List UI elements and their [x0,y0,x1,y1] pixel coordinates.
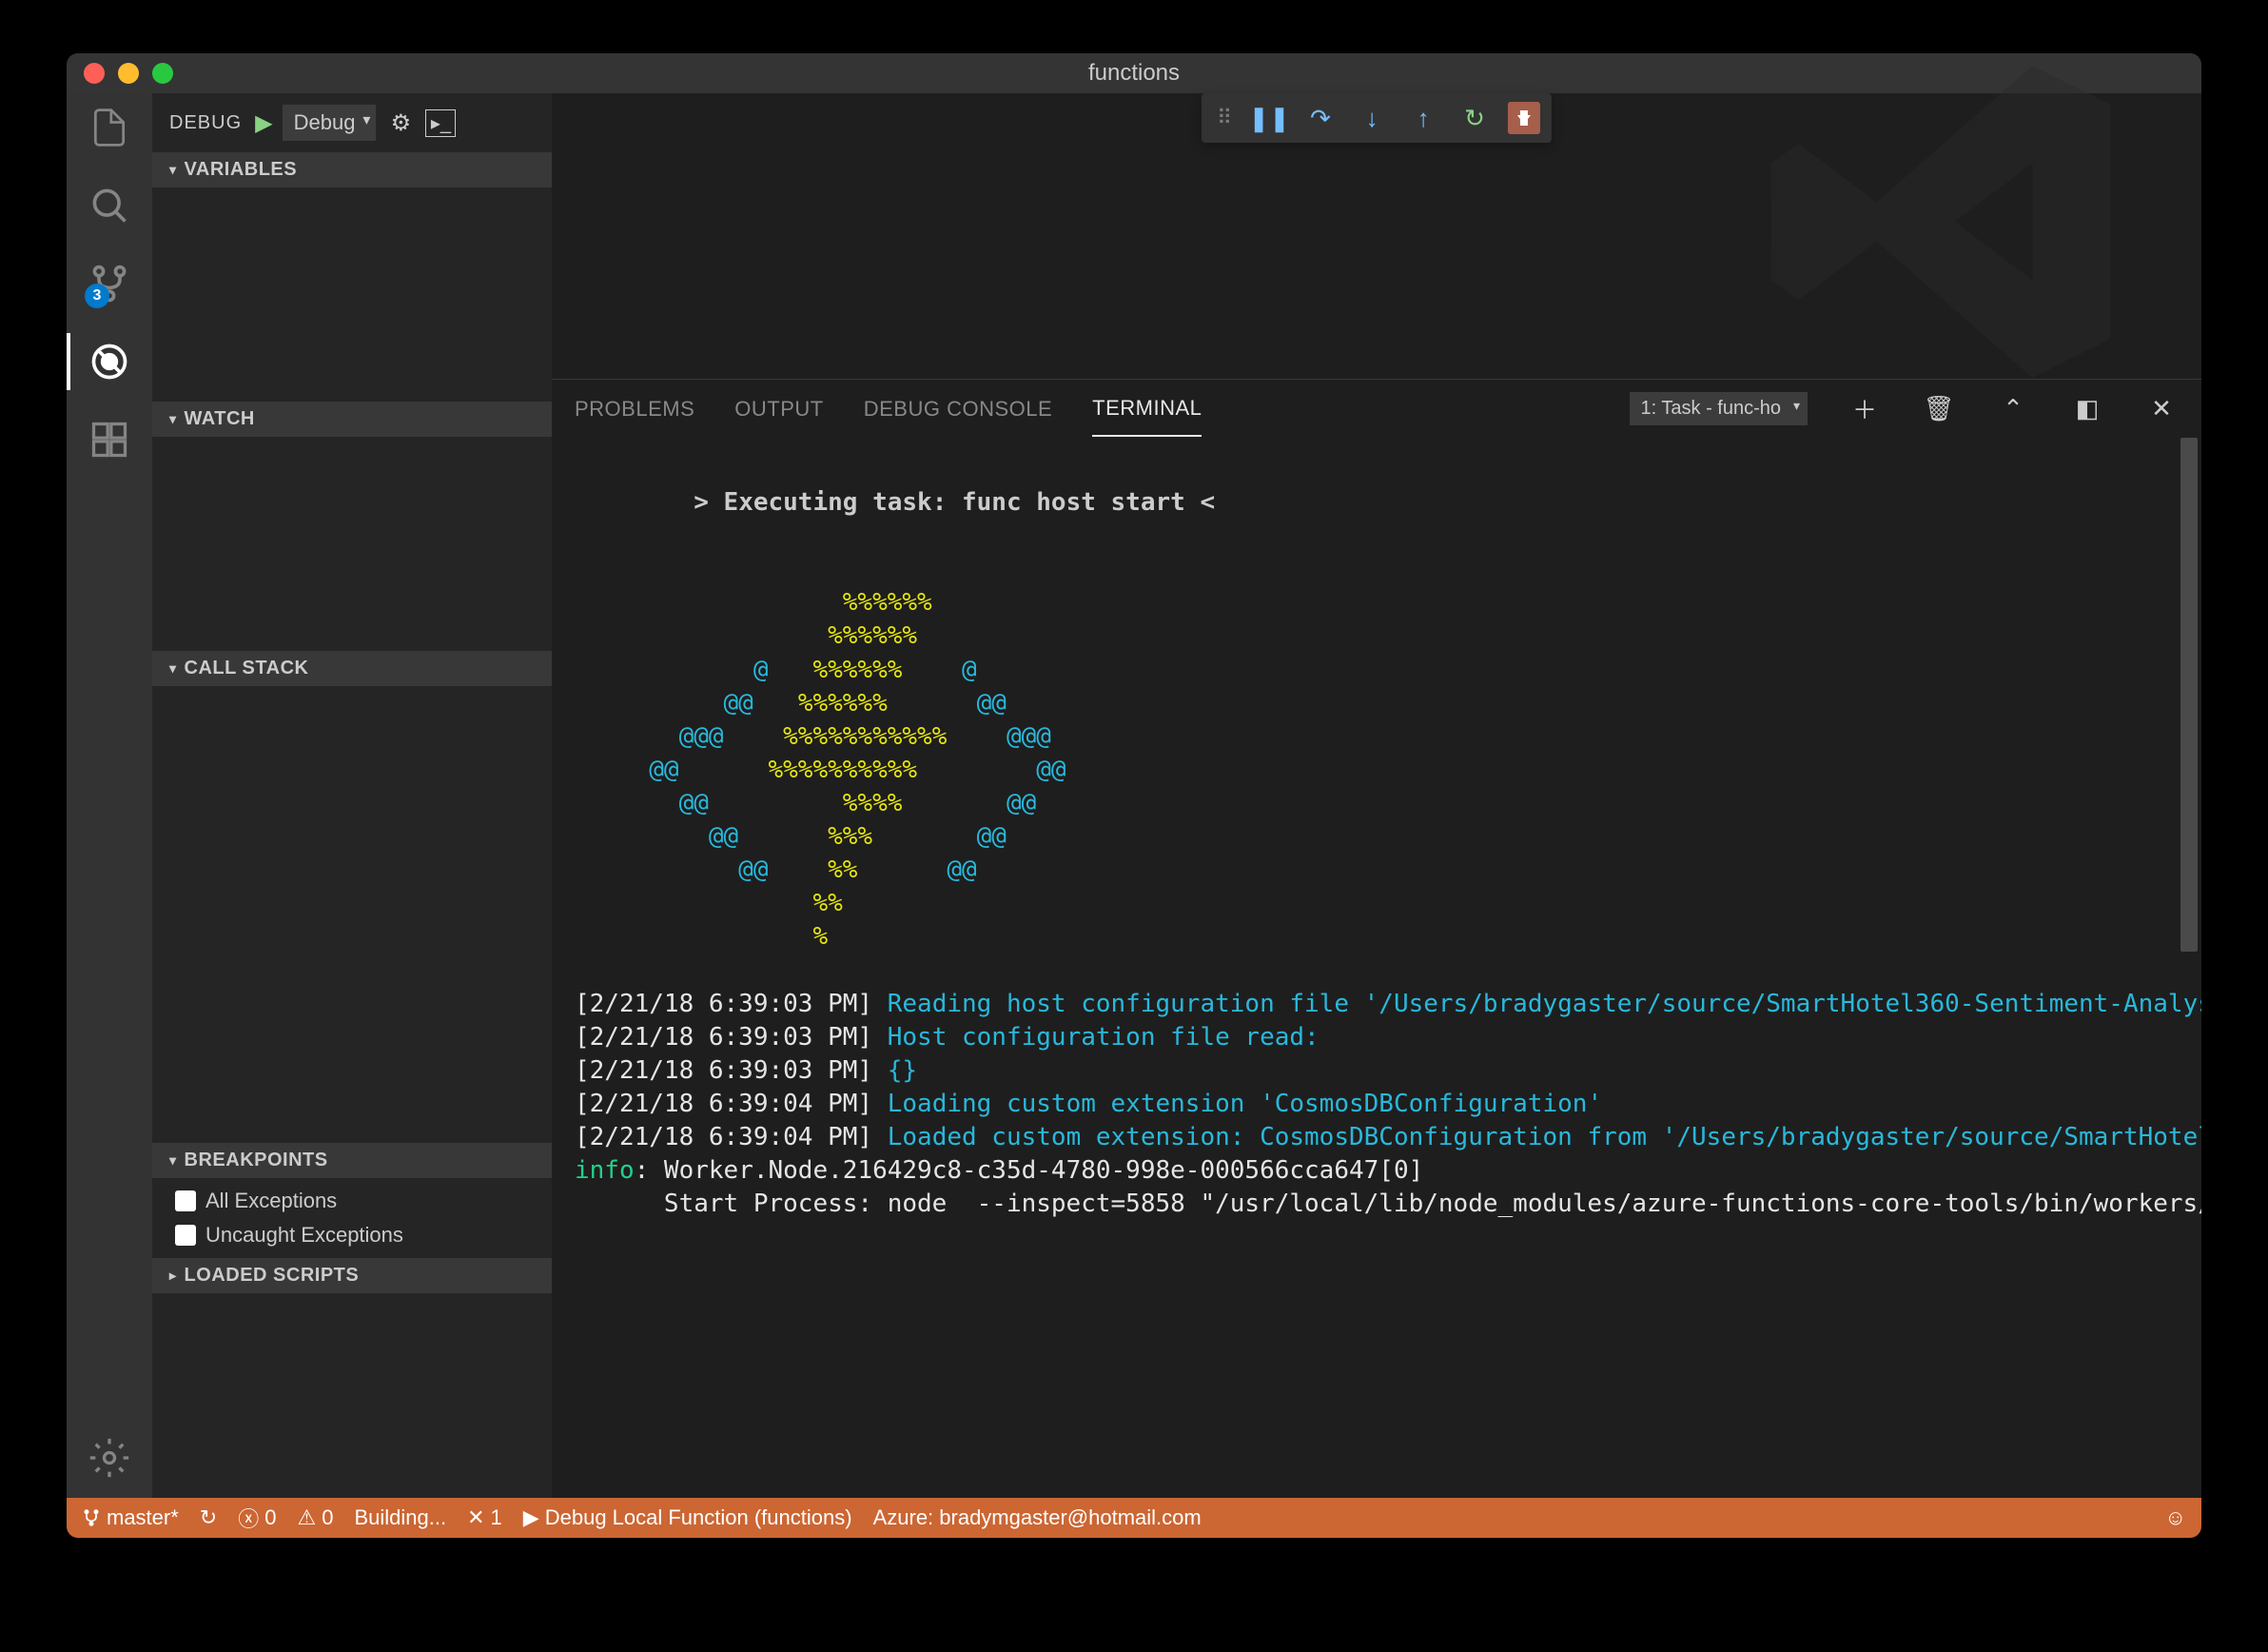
log-msg: Reading host configuration file '/Users/… [872,990,2201,1018]
activity-bar: 3 [67,93,152,1498]
window-title: functions [1088,60,1180,87]
source-control-icon[interactable]: 3 [88,263,130,305]
ascii-art: %%%%%% [575,588,932,617]
status-errors[interactable]: ⓧ 0 [238,1503,276,1533]
tab-output[interactable]: OUTPUT [734,383,823,436]
section-callstack[interactable]: CALL STACK [152,651,552,686]
breakpoint-all-exceptions[interactable]: All Exceptions [152,1184,552,1218]
log-msg: : Worker.Node.216429c8-c35d-4780-998e-00… [635,1156,1424,1185]
settings-gear-icon[interactable] [88,1437,130,1479]
status-branch[interactable]: master* [82,1505,179,1530]
gear-icon[interactable]: ⚙ [385,109,416,137]
checkbox-icon[interactable] [175,1190,196,1211]
body: 3 DEBUG ▶ Debug ⚙ ▸_ VARIABLES WATC [67,93,2201,1498]
log-msg: Loading custom extension 'CosmosDBConfig… [872,1090,1602,1118]
terminal-exec-line: > Executing task: func host start < [694,488,1215,517]
start-debug-button[interactable]: ▶ [255,109,272,137]
status-building[interactable]: Building... [354,1505,446,1530]
step-into-button[interactable]: ↓ [1348,98,1396,138]
breakpoint-label: Uncaught Exceptions [205,1223,403,1248]
status-sync-icon[interactable]: ↻ [200,1505,217,1530]
log-ts: [2/21/18 6:39:03 PM] [575,990,872,1018]
drag-handle-icon[interactable]: ⠿ [1207,106,1242,130]
section-watch[interactable]: WATCH [152,402,552,437]
log-msg: {} [872,1056,917,1085]
tab-debug-console[interactable]: DEBUG CONSOLE [864,383,1052,436]
debug-icon[interactable] [88,341,130,383]
stop-button[interactable] [1508,102,1540,134]
tab-problems[interactable]: PROBLEMS [575,383,694,436]
terminal-select[interactable]: 1: Task - func-ho [1630,392,1808,425]
tab-terminal[interactable]: TERMINAL [1092,382,1202,437]
terminal-output[interactable]: > Executing task: func host start < %%%%… [552,438,2201,1498]
step-out-button[interactable]: ↑ [1399,98,1447,138]
debug-toolbar: ⠿ ❚❚ ↷ ↓ ↑ ↻ [1202,93,1552,143]
section-loaded-scripts[interactable]: LOADED SCRIPTS [152,1258,552,1293]
log-msg: Loaded custom extension: CosmosDBConfigu… [872,1123,2201,1151]
watch-body [152,437,552,651]
section-breakpoints[interactable]: BREAKPOINTS [152,1143,552,1178]
ascii-art: % [575,922,828,951]
log-ts: [2/21/18 6:39:03 PM] [575,1056,872,1085]
ascii-art: %%%%%% [575,621,917,650]
breakpoints-body: All Exceptions Uncaught Exceptions [152,1178,552,1258]
checkbox-icon[interactable] [175,1225,196,1246]
search-icon[interactable] [88,185,130,226]
status-azure[interactable]: Azure: bradymgaster@hotmail.com [873,1505,1202,1530]
debug-sidebar: DEBUG ▶ Debug ⚙ ▸_ VARIABLES WATCH CALL … [152,93,552,1498]
status-warnings[interactable]: ⚠ 0 [298,1505,334,1530]
vscode-window: functions 3 [67,53,2201,1538]
log-ts: [2/21/18 6:39:04 PM] [575,1090,872,1118]
vscode-watermark-icon [1669,53,2201,417]
log-msg: Start Process: node --inspect=5858 "/usr… [575,1190,2201,1218]
log-ts: [2/21/18 6:39:03 PM] [575,1023,872,1052]
minimize-window-button[interactable] [118,63,139,84]
close-window-button[interactable] [84,63,105,84]
pause-button[interactable]: ❚❚ [1245,98,1293,138]
extensions-icon[interactable] [88,419,130,461]
status-feedback-icon[interactable]: ☺ [2165,1505,2186,1530]
debug-config-select[interactable]: Debug [283,105,377,141]
breakpoint-label: All Exceptions [205,1189,337,1213]
breakpoint-uncaught-exceptions[interactable]: Uncaught Exceptions [152,1218,552,1252]
status-bar: master* ↻ ⓧ 0 ⚠ 0 Building... ✕ 1 ▶ Debu… [67,1498,2201,1538]
status-port[interactable]: ✕ 1 [467,1505,502,1530]
traffic-lights [67,63,173,84]
log-ts: [2/21/18 6:39:04 PM] [575,1123,872,1151]
editor-area: ⠿ ❚❚ ↷ ↓ ↑ ↻ PROBLEMS OUTPUT DEBUG CONSO… [552,93,2201,1498]
log-msg: Host configuration file read: [872,1023,1320,1052]
debug-title: DEBUG [169,112,242,134]
restart-button[interactable]: ↻ [1451,98,1498,138]
maximize-window-button[interactable] [152,63,173,84]
section-variables[interactable]: VARIABLES [152,152,552,187]
callstack-body [152,686,552,1143]
terminal-scrollbar[interactable] [2180,438,2198,952]
scm-badge: 3 [85,284,109,308]
ascii-art: %% [575,889,843,917]
explorer-icon[interactable] [88,107,130,148]
step-over-button[interactable]: ↷ [1297,98,1344,138]
variables-body [152,187,552,402]
status-debug-target[interactable]: ▶ Debug Local Function (functions) [523,1505,852,1530]
log-info: info [575,1156,635,1185]
debug-console-toggle-icon[interactable]: ▸_ [425,109,456,137]
debug-header: DEBUG ▶ Debug ⚙ ▸_ [152,93,552,152]
